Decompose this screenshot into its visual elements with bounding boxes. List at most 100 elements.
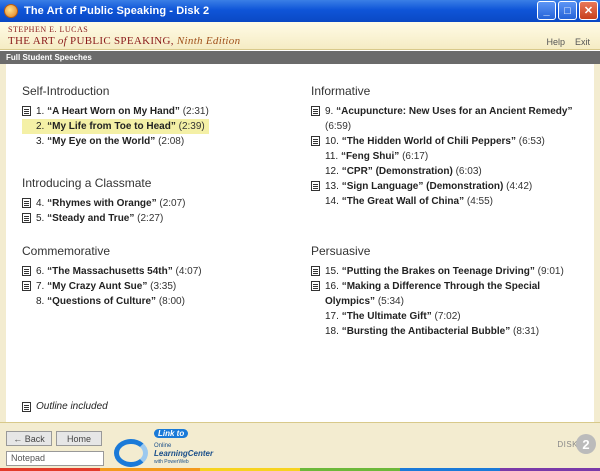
speech-item[interactable]: 14. “The Great Wall of China” (4:55) <box>311 194 581 209</box>
speech-item[interactable]: 6. “The Massachusetts 54th” (4:07) <box>22 264 202 279</box>
speech-item[interactable]: 17. “The Ultimate Gift” (7:02) <box>311 309 581 324</box>
header-links: Help Exit <box>546 37 590 47</box>
speech-title: “My Eye on the World” <box>47 136 156 147</box>
speech-number: 5. <box>36 213 45 224</box>
speech-item[interactable]: 4. “Rhymes with Orange” (2:07) <box>22 196 186 211</box>
speech-number: 8. <box>36 296 45 307</box>
speech-title: “My Crazy Aunt Sue” <box>47 281 148 292</box>
category-heading: Commemorative <box>22 244 111 258</box>
outline-doc-icon <box>311 136 320 146</box>
speech-number: 4. <box>36 198 45 209</box>
speech-title: “A Heart Worn on My Hand” <box>47 106 180 117</box>
speech-number: 18. <box>325 326 339 337</box>
speech-number: 13. <box>325 181 339 192</box>
window-title: The Art of Public Speaking - Disk 2 <box>24 5 210 17</box>
speech-list: Self-Introduction 1. “A Heart Worn on My … <box>0 64 600 422</box>
disk-indicator: DISK 2 <box>557 434 596 454</box>
speech-number: 10. <box>325 136 339 147</box>
speech-number: 14. <box>325 196 339 207</box>
speech-title: “The Ultimate Gift” <box>341 311 432 322</box>
book-title: THE ART of PUBLIC SPEAKING, Ninth Editio… <box>8 35 241 47</box>
window-controls: _ □ ✕ <box>537 1 598 20</box>
speech-duration: (8:31) <box>513 326 540 337</box>
outline-doc-icon <box>22 106 31 116</box>
speech-duration: (4:55) <box>466 196 494 207</box>
speech-title: “Sign Language” (Demonstration) <box>341 181 504 192</box>
home-button[interactable]: Home <box>56 431 102 446</box>
speech-item[interactable]: 2. “My Life from Toe to Head” (2:39) <box>22 119 209 134</box>
speech-item[interactable]: 11. “Feng Shui” (6:17) <box>311 149 581 164</box>
outline-legend: Outline included <box>22 401 108 412</box>
speech-title: “Rhymes with Orange” <box>47 198 157 209</box>
notepad-field[interactable]: Notepad <box>6 451 104 466</box>
speech-duration: (8:00) <box>158 296 185 307</box>
maximize-button[interactable]: □ <box>558 1 577 20</box>
outline-doc-icon <box>311 181 320 191</box>
help-link[interactable]: Help <box>546 37 565 47</box>
speech-item[interactable]: 15. “Putting the Brakes on Teenage Drivi… <box>311 264 581 279</box>
speech-title: “Putting the Brakes on Teenage Driving” <box>341 266 535 277</box>
speech-duration: (3:35) <box>150 281 177 292</box>
speech-item[interactable]: 1. “A Heart Worn on My Hand” (2:31) <box>22 104 209 119</box>
speech-duration: (2:27) <box>137 213 164 224</box>
close-button[interactable]: ✕ <box>579 1 598 20</box>
outline-doc-icon <box>311 281 320 291</box>
outline-doc-icon <box>311 266 320 276</box>
speech-title: “The Great Wall of China” <box>341 196 465 207</box>
category-heading: Self-Introduction <box>22 84 110 98</box>
speech-number: 16. <box>325 281 339 292</box>
category-heading: Persuasive <box>311 244 371 258</box>
category-1: Introducing a Classmate 4. “Rhymes with O… <box>22 176 186 226</box>
speech-title: “Questions of Culture” <box>47 296 157 307</box>
category-2: Commemorative 6. “The Massachusetts 54th”… <box>22 244 202 309</box>
speech-number: 3. <box>36 136 45 147</box>
speech-title: “Bursting the Antibacterial Bubble” <box>341 326 511 337</box>
speech-duration: (4:07) <box>175 266 202 277</box>
speech-item[interactable]: 16. “Making a Difference Through the Spe… <box>311 279 581 309</box>
author-name: STEPHEN E. LUCAS <box>8 25 89 34</box>
outline-doc-icon <box>22 266 31 276</box>
speech-item[interactable]: 7. “My Crazy Aunt Sue” (3:35) <box>22 279 202 294</box>
category-3: Informative 9. “Acupuncture: New Uses for… <box>311 84 581 209</box>
category-heading: Introducing a Classmate <box>22 176 152 190</box>
speech-duration: (6:03) <box>455 166 482 177</box>
speech-item[interactable]: 3. “My Eye on the World” (2:08) <box>22 134 209 149</box>
category-4: Persuasive 15. “Putting the Brakes on Tee… <box>311 244 581 339</box>
speech-item[interactable]: 9. “Acupuncture: New Uses for an Ancient… <box>311 104 581 134</box>
speech-duration: (6:17) <box>402 151 429 162</box>
speech-duration: (6:53) <box>518 136 545 147</box>
speech-duration: (4:42) <box>506 181 533 192</box>
speech-number: 15. <box>325 266 339 277</box>
section-title: Full Student Speeches <box>0 51 600 64</box>
speech-number: 17. <box>325 311 339 322</box>
speech-number: 1. <box>36 106 45 117</box>
speech-duration: (7:02) <box>434 311 461 322</box>
speech-title: “CPR” (Demonstration) <box>341 166 453 177</box>
speech-duration: (2:08) <box>158 136 185 147</box>
disk-number-badge: 2 <box>576 434 596 454</box>
speech-item[interactable]: 13. “Sign Language” (Demonstration) (4:4… <box>311 179 581 194</box>
speech-duration: (2:31) <box>182 106 209 117</box>
speech-duration: (2:07) <box>159 198 186 209</box>
speech-number: 6. <box>36 266 45 277</box>
speech-title: “Making a Difference Through the Special… <box>325 281 541 307</box>
speech-duration: (2:39) <box>178 121 205 132</box>
speech-item[interactable]: 5. “Steady and True” (2:27) <box>22 211 186 226</box>
minimize-button[interactable]: _ <box>537 1 556 20</box>
swirl-icon <box>114 439 148 467</box>
speech-item[interactable]: 12. “CPR” (Demonstration) (6:03) <box>311 164 581 179</box>
speech-item[interactable]: 18. “Bursting the Antibacterial Bubble” … <box>311 324 581 339</box>
speech-duration: (9:01) <box>537 266 564 277</box>
footer: ← Back Home Notepad Link to Online Learn… <box>0 422 600 471</box>
speech-title: “The Hidden World of Chili Peppers” <box>341 136 516 147</box>
outline-doc-icon <box>22 198 31 208</box>
online-learning-center-logo[interactable]: Link to Online LearningCenter with Power… <box>114 429 214 469</box>
outline-doc-icon <box>22 402 31 412</box>
speech-number: 9. <box>325 106 334 117</box>
speech-item[interactable]: 10. “The Hidden World of Chili Peppers” … <box>311 134 581 149</box>
back-button[interactable]: ← Back <box>6 431 52 446</box>
speech-item[interactable]: 8. “Questions of Culture” (8:00) <box>22 294 202 309</box>
outline-doc-icon <box>22 281 31 291</box>
exit-link[interactable]: Exit <box>575 37 590 47</box>
speech-duration: (6:59) <box>325 121 352 132</box>
